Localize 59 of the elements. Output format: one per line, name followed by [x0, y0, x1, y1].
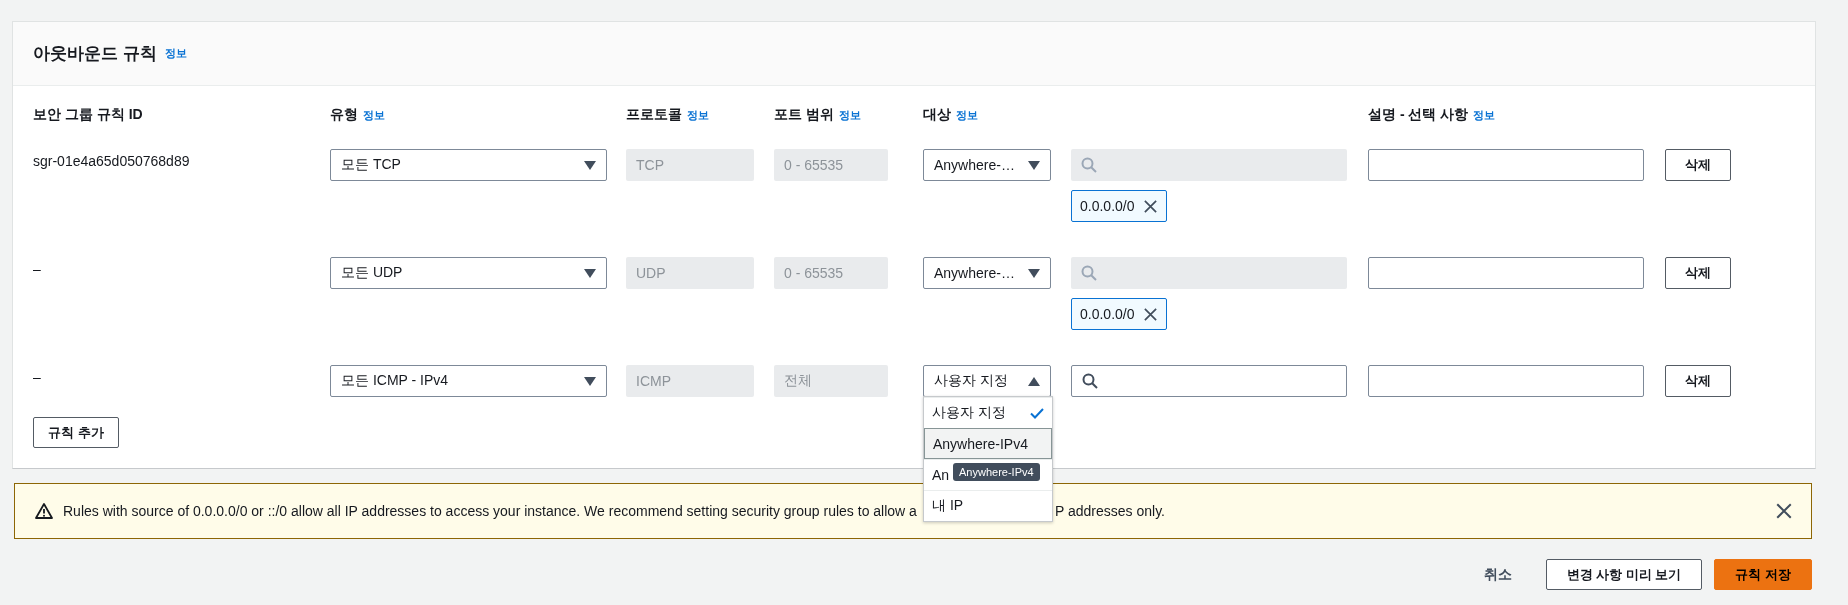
port-range-field: 0 - 65535 — [774, 257, 888, 289]
search-icon — [1082, 373, 1098, 389]
info-link[interactable]: 정보 — [956, 108, 978, 123]
type-select[interactable]: 모든 TCP — [330, 149, 607, 181]
cidr-search-field[interactable] — [1071, 365, 1347, 397]
menu-option[interactable]: 내 IP — [924, 490, 1052, 521]
rule-id: – — [33, 261, 41, 277]
warning-text: Rules with source of 0.0.0.0/0 or ::/0 allow all IP addresses to access your instance. We recommend setting security group rules to allow a — [63, 503, 918, 519]
preview-changes-button[interactable]: 변경 사항 미리 보기 — [1545, 559, 1703, 590]
caret-icon — [584, 376, 596, 386]
close-icon[interactable] — [1775, 502, 1793, 520]
column-header: 대상 — [923, 106, 951, 124]
warning-text: P addresses only. — [1055, 503, 1166, 519]
port-range-field: 0 - 65535 — [774, 149, 888, 181]
description-field[interactable] — [1368, 257, 1644, 289]
type-select[interactable]: 모든 UDP — [330, 257, 607, 289]
destination-select[interactable]: Anywhere-… — [923, 257, 1051, 289]
info-link[interactable]: 정보 — [687, 108, 709, 123]
warning-icon — [35, 503, 53, 519]
info-link[interactable]: 정보 — [838, 108, 861, 123]
search-icon — [1081, 157, 1097, 173]
column-header: 포트 범위 — [774, 106, 834, 124]
destination-select[interactable]: Anywhere-… — [923, 149, 1051, 181]
rule-id: sgr-01e4a65d050768d89 — [33, 153, 190, 169]
protocol-field: ICMP — [626, 365, 754, 397]
destination-select[interactable]: 사용자 지정 — [923, 365, 1051, 397]
protocol-field: TCP — [626, 149, 754, 181]
info-link[interactable]: 정보 — [164, 46, 187, 61]
delete-button[interactable]: 삭제 — [1665, 149, 1731, 181]
close-icon[interactable] — [1142, 198, 1158, 214]
caret-icon — [1028, 160, 1040, 170]
save-rules-button[interactable]: 규칙 저장 — [1714, 559, 1812, 590]
info-link[interactable]: 정보 — [363, 108, 385, 123]
port-range-field: 전체 — [774, 365, 888, 397]
caret-icon — [584, 160, 596, 170]
caret-icon — [584, 268, 596, 278]
info-link[interactable]: 정보 — [1473, 108, 1496, 123]
add-rule-button[interactable]: 규칙 추가 — [33, 417, 119, 448]
column-header: 설명 - 선택 사항 — [1368, 106, 1469, 124]
cancel-button[interactable]: 취소 — [1477, 561, 1518, 588]
delete-button[interactable]: 삭제 — [1665, 257, 1731, 289]
rule-id: – — [33, 369, 41, 385]
tooltip: Anywhere-IPv4 — [953, 463, 1040, 481]
column-header: 유형 — [330, 106, 358, 124]
search-icon — [1081, 265, 1097, 281]
column-header: 보안 그룹 규칙 ID — [33, 106, 143, 124]
caret-icon — [1028, 376, 1040, 386]
menu-option[interactable]: Anywhere-IPv4 — [924, 428, 1052, 459]
protocol-field: UDP — [626, 257, 754, 289]
cidr-token: 0.0.0.0/0 — [1071, 190, 1167, 222]
description-field[interactable] — [1368, 365, 1644, 397]
section-title: 아웃바운드 규칙 — [33, 43, 157, 65]
description-field[interactable] — [1368, 149, 1644, 181]
caret-icon — [1028, 268, 1040, 278]
column-header: 프로토콜 — [626, 106, 682, 124]
cidr-token: 0.0.0.0/0 — [1071, 298, 1167, 330]
type-select[interactable]: 모든 ICMP - IPv4 — [330, 365, 607, 397]
close-icon[interactable] — [1142, 306, 1158, 322]
delete-button[interactable]: 삭제 — [1665, 365, 1731, 397]
